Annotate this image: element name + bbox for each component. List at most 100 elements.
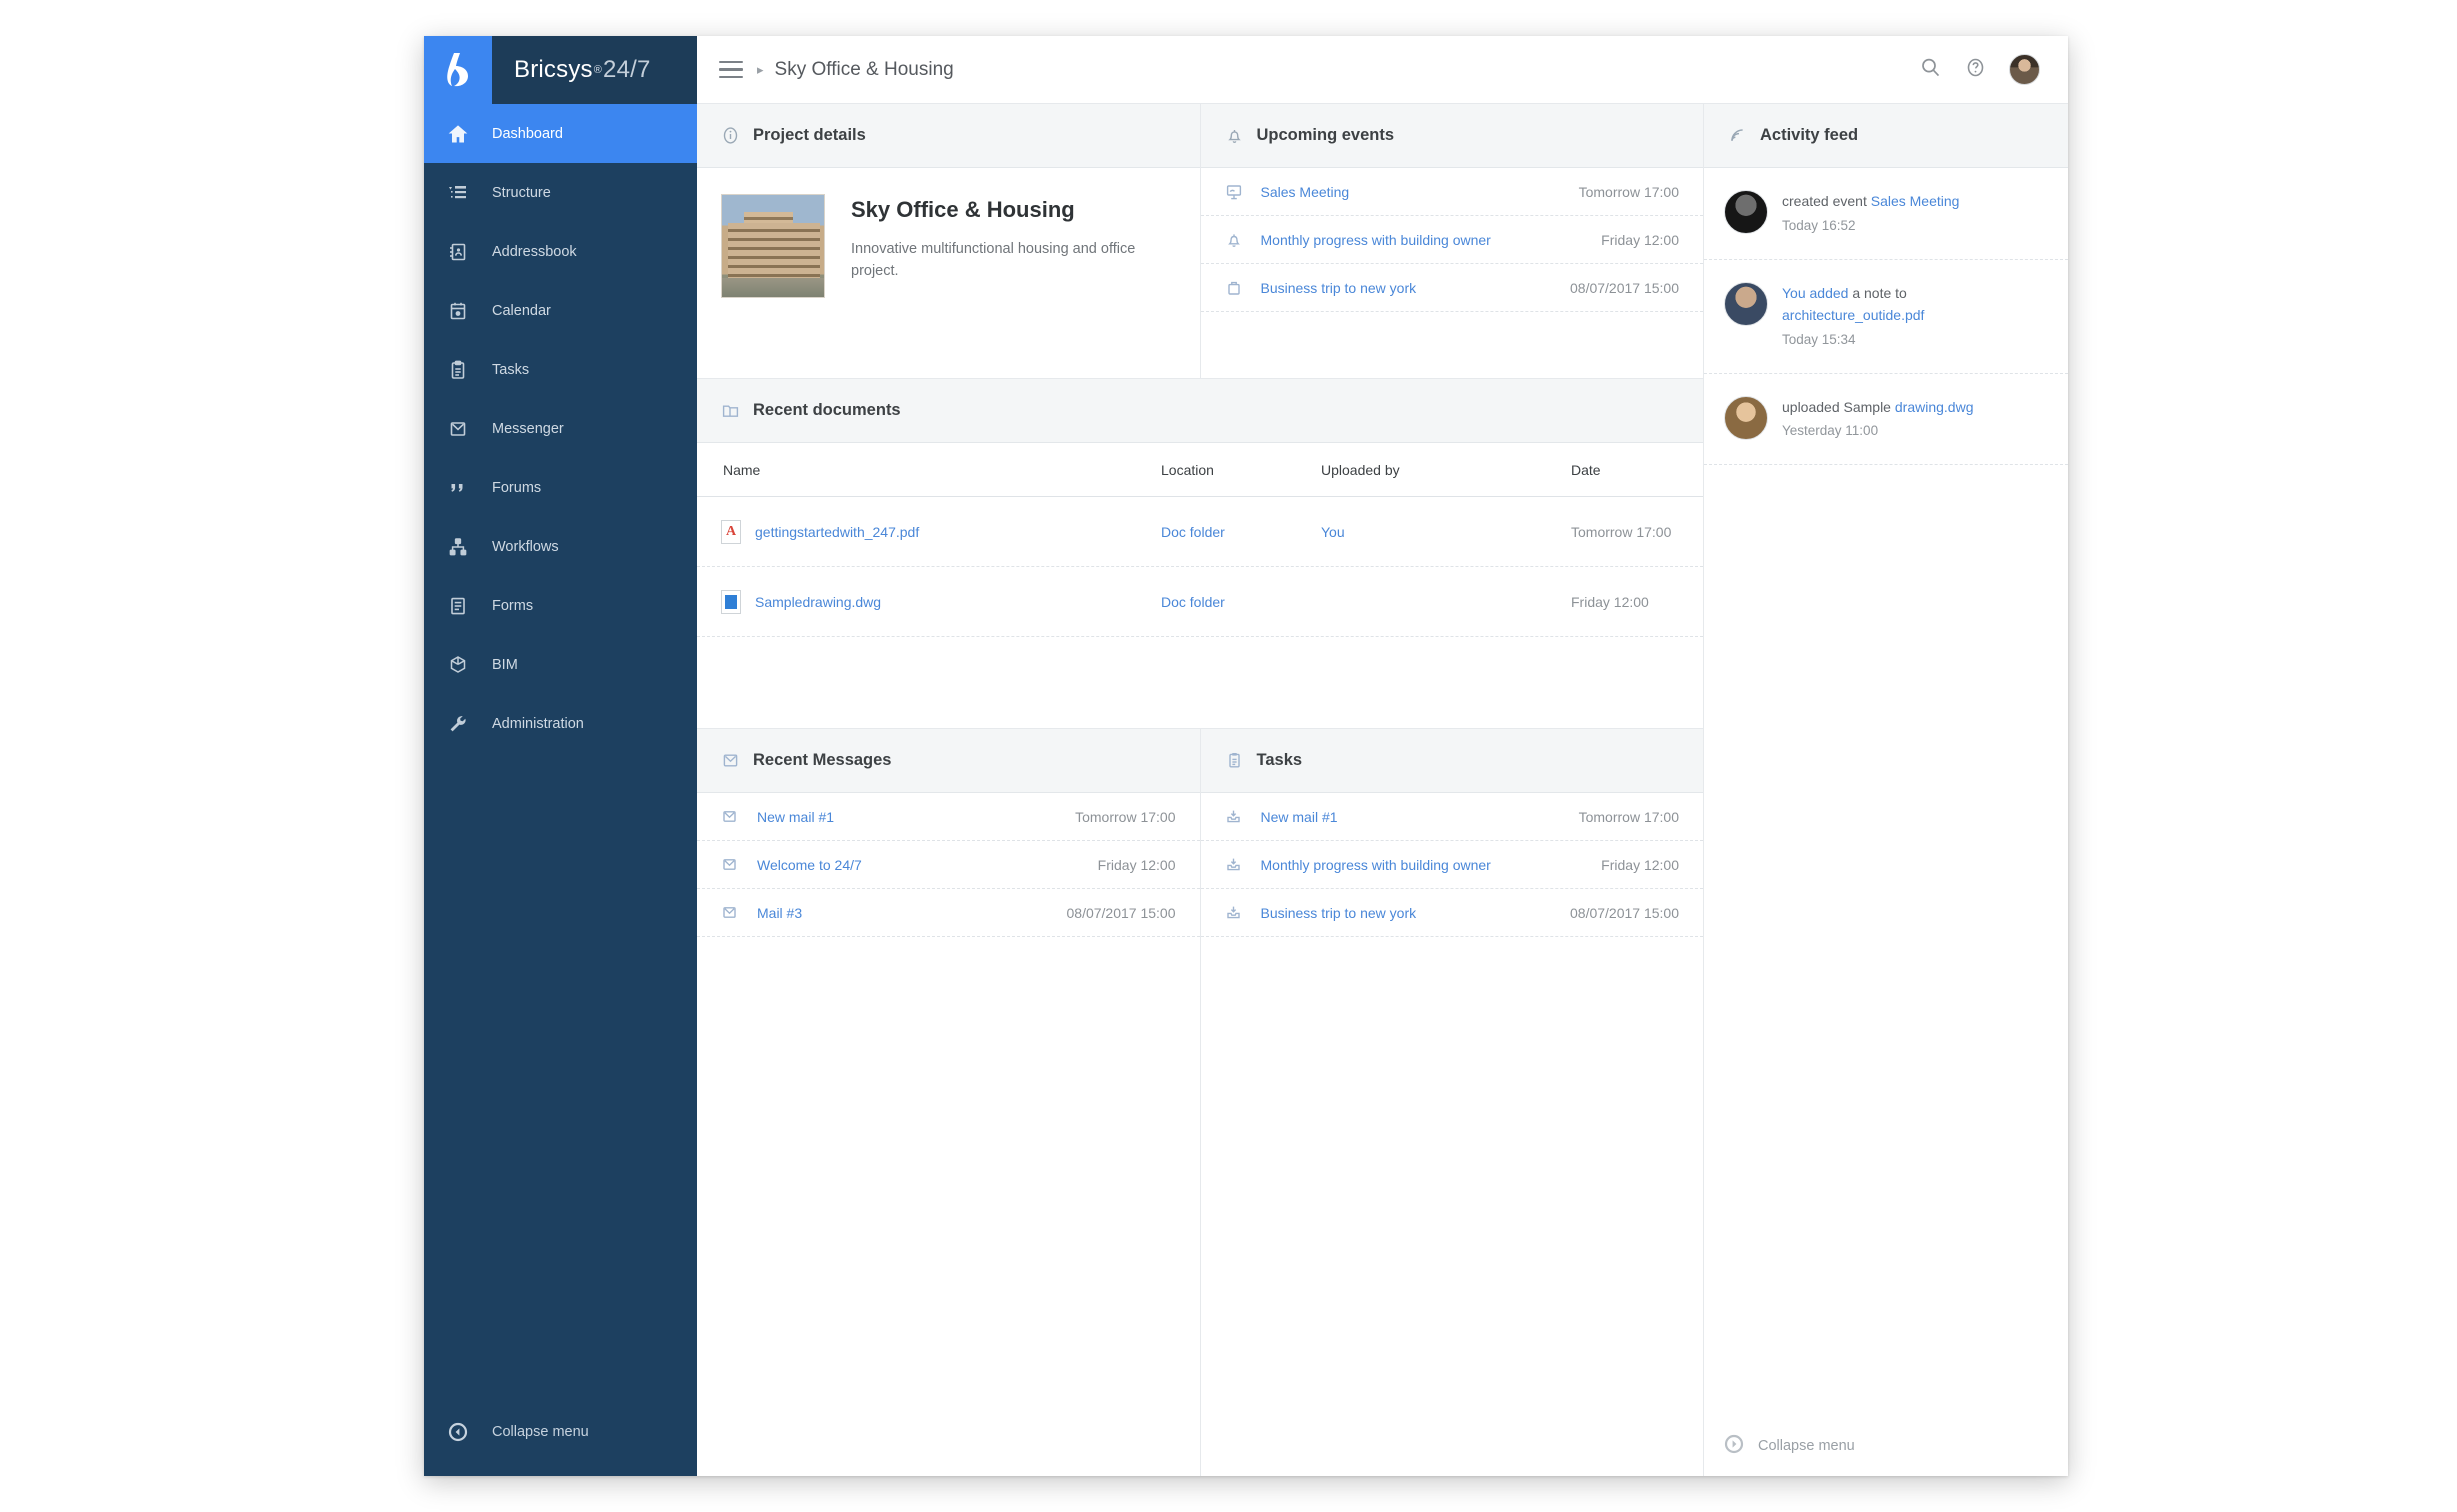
- envelope-icon: [721, 856, 757, 873]
- sidebar-collapse-label: Collapse menu: [492, 1424, 589, 1440]
- activity-link-file[interactable]: architecture_outide.pdf: [1782, 307, 1924, 323]
- list-item[interactable]: Business trip to new york 08/07/2017 15:…: [1200, 264, 1703, 312]
- brand-label: Bricsys: [514, 56, 593, 83]
- sidebar-item-tasks[interactable]: Tasks: [424, 340, 697, 399]
- recent-documents-title: Recent documents: [753, 401, 901, 419]
- message-label[interactable]: Mail #3: [757, 905, 1053, 921]
- sidebar-collapse-button[interactable]: Collapse menu: [424, 1410, 697, 1454]
- table-row[interactable]: gettingstartedwith_247.pdf Doc folder Yo…: [697, 497, 1703, 567]
- document-location[interactable]: Doc folder: [1161, 594, 1225, 610]
- task-label[interactable]: Monthly progress with building owner: [1261, 857, 1588, 873]
- activity-link[interactable]: drawing.dwg: [1895, 399, 1974, 415]
- recent-messages-panel: Recent Messages New mail #1 Tomorrow 17:…: [697, 729, 1201, 1476]
- document-name[interactable]: gettingstartedwith_247.pdf: [755, 524, 919, 540]
- list-item[interactable]: Welcome to 24/7 Friday 12:00: [697, 841, 1200, 889]
- column-header-name: Name: [723, 461, 761, 478]
- sidebar-item-forms[interactable]: Forms: [424, 576, 697, 635]
- avatar: [1724, 395, 1768, 440]
- list-item[interactable]: You added a note to architecture_outide.…: [1704, 260, 2068, 374]
- task-inbox-icon: [1225, 856, 1261, 873]
- activity-body: You added a note to architecture_outide.…: [1782, 282, 2046, 351]
- project-details-title: Project details: [753, 126, 866, 144]
- activity-text: created event Sales Meeting: [1782, 190, 2046, 213]
- dashboard-top-row: Project details Sky Office & Housing Inn…: [697, 104, 1703, 379]
- workflow-icon: [424, 537, 492, 557]
- brand-row: Bricsys ® 24/7: [424, 36, 697, 104]
- list-item[interactable]: created event Sales Meeting Today 16:52: [1704, 168, 2068, 260]
- list-item[interactable]: Monthly progress with building owner Fri…: [1200, 216, 1703, 264]
- event-label[interactable]: Sales Meeting: [1261, 184, 1565, 200]
- sidebar-item-workflows[interactable]: Workflows: [424, 517, 697, 576]
- avatar: [1724, 281, 1768, 326]
- list-item[interactable]: New mail #1 Tomorrow 17:00: [1200, 793, 1703, 841]
- activity-feed-title: Activity feed: [1760, 126, 1859, 144]
- list-item[interactable]: Sales Meeting Tomorrow 17:00: [1200, 168, 1703, 216]
- page-root: Bricsys ® 24/7 Dashboard Structure Addre…: [0, 0, 2457, 1512]
- list-item[interactable]: Mail #3 08/07/2017 15:00: [697, 889, 1200, 937]
- project-details-header: Project details: [697, 104, 1200, 168]
- activity-feed-panel: Activity feed created event Sales Meetin…: [1703, 104, 2068, 1476]
- sidebar-item-label: Forums: [492, 479, 542, 496]
- event-time: Tomorrow 17:00: [1578, 183, 1679, 200]
- bricsys-logo-icon[interactable]: [424, 36, 492, 104]
- activity-link[interactable]: You added: [1782, 285, 1848, 301]
- brand-suffix: 24/7: [603, 56, 651, 83]
- column-header-uploaded-by: Uploaded by: [1321, 461, 1400, 478]
- list-item[interactable]: uploaded Sample drawing.dwg Yesterday 11…: [1704, 374, 2068, 466]
- collapse-right-icon: [1724, 1434, 1744, 1458]
- help-icon[interactable]: [1964, 56, 1987, 84]
- list-item[interactable]: Monthly progress with building owner Fri…: [1200, 841, 1703, 889]
- wrench-icon: [424, 714, 492, 734]
- activity-feed-collapse-button[interactable]: Collapse menu: [1704, 1434, 2068, 1458]
- activity-feed-list: created event Sales Meeting Today 16:52 …: [1704, 168, 2068, 466]
- sidebar-item-messenger[interactable]: Messenger: [424, 399, 697, 458]
- table-row[interactable]: Sampledrawing.dwg Doc folder Friday 12:0…: [697, 567, 1703, 637]
- column-header-location: Location: [1161, 461, 1214, 478]
- recent-documents-table: Name Location Uploaded by Date gettingst…: [697, 443, 1703, 637]
- project-details-body: Sky Office & Housing Innovative multifun…: [697, 168, 1200, 378]
- event-time: 08/07/2017 15:00: [1570, 279, 1679, 296]
- sidebar-item-administration[interactable]: Administration: [424, 694, 697, 753]
- search-icon[interactable]: [1919, 56, 1942, 84]
- sidebar-item-bim[interactable]: BIM: [424, 635, 697, 694]
- folder-icon: [721, 401, 740, 420]
- event-time: Friday 12:00: [1601, 231, 1679, 248]
- project-details-panel: Project details Sky Office & Housing Inn…: [697, 104, 1201, 378]
- document-location[interactable]: Doc folder: [1161, 524, 1225, 540]
- task-label[interactable]: New mail #1: [1261, 809, 1565, 825]
- breadcrumb[interactable]: Sky Office & Housing: [775, 59, 954, 81]
- event-label[interactable]: Business trip to new york: [1261, 280, 1557, 296]
- cube-icon: [424, 655, 492, 675]
- activity-link[interactable]: Sales Meeting: [1871, 193, 1960, 209]
- list-item[interactable]: New mail #1 Tomorrow 17:00: [697, 793, 1200, 841]
- message-label[interactable]: Welcome to 24/7: [757, 857, 1084, 873]
- list-item[interactable]: Business trip to new york 08/07/2017 15:…: [1200, 889, 1703, 937]
- envelope-icon: [721, 904, 757, 921]
- form-icon: [424, 596, 492, 616]
- recent-documents-header: Recent documents: [697, 379, 1703, 443]
- bell-icon: [1225, 126, 1244, 145]
- activity-body: created event Sales Meeting Today 16:52: [1782, 190, 2046, 237]
- document-date: Tomorrow 17:00: [1571, 523, 1672, 540]
- message-label[interactable]: New mail #1: [757, 809, 1061, 825]
- tasks-title: Tasks: [1256, 751, 1303, 769]
- collapse-left-icon: [424, 1422, 492, 1442]
- sidebar-item-calendar[interactable]: Calendar: [424, 281, 697, 340]
- activity-feed-header: Activity feed: [1704, 104, 2068, 168]
- sidebar-item-dashboard[interactable]: Dashboard: [424, 104, 697, 163]
- document-uploaded-by[interactable]: You: [1321, 524, 1345, 540]
- upcoming-events-header: Upcoming events: [1200, 104, 1703, 168]
- user-avatar[interactable]: [2009, 54, 2040, 85]
- tasks-header: Tasks: [1200, 729, 1703, 793]
- sidebar-item-forums[interactable]: Forums: [424, 458, 697, 517]
- app-window: Bricsys ® 24/7 Dashboard Structure Addre…: [424, 36, 2068, 1476]
- sidebar-item-structure[interactable]: Structure: [424, 163, 697, 222]
- home-icon: [424, 124, 492, 144]
- sidebar-nav: Dashboard Structure Addressbook Calendar…: [424, 104, 697, 753]
- sidebar-item-addressbook[interactable]: Addressbook: [424, 222, 697, 281]
- recent-documents-panel: Recent documents Name Location Uploaded …: [697, 379, 1703, 729]
- task-label[interactable]: Business trip to new york: [1261, 905, 1557, 921]
- hamburger-menu-icon[interactable]: [719, 60, 753, 79]
- event-label[interactable]: Monthly progress with building owner: [1261, 232, 1588, 248]
- document-name[interactable]: Sampledrawing.dwg: [755, 594, 881, 610]
